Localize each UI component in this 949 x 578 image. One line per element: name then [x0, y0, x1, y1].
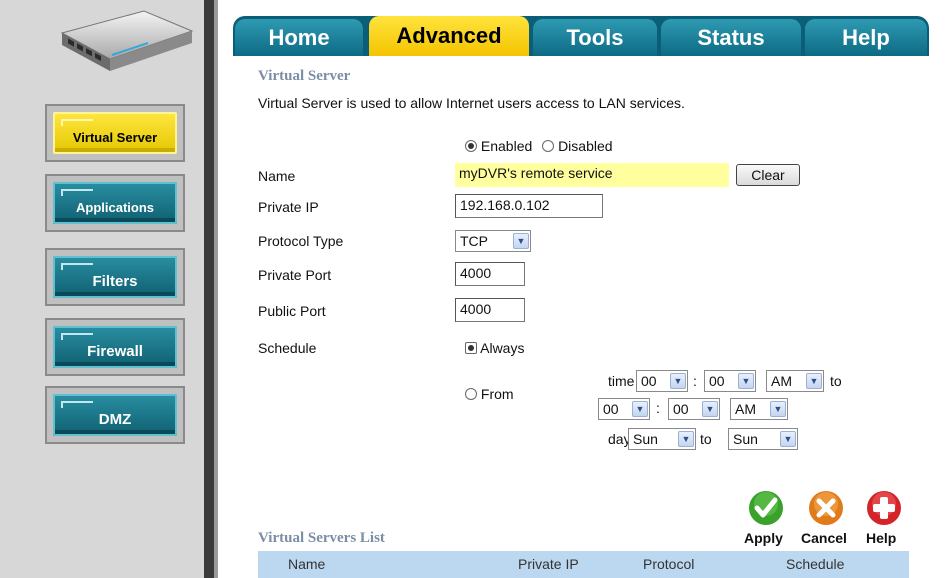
start-hour-select[interactable]: 00 ▼ [636, 370, 688, 392]
sidebar-item-label: Firewall [87, 342, 143, 360]
private-port-label: Private Port [258, 267, 332, 283]
tab-label: Status [697, 24, 765, 50]
day-end-value: Sun [733, 431, 758, 447]
always-label: Always [480, 340, 525, 356]
start-ampm-value: AM [771, 373, 792, 389]
always-option: Always [465, 340, 524, 356]
protocol-value: TCP [460, 233, 488, 249]
sidebar-item-applications[interactable]: Applications [45, 174, 185, 232]
day-end-select[interactable]: Sun ▼ [728, 428, 798, 450]
tab-help[interactable]: Help [805, 19, 927, 56]
sidebar-item-filters[interactable]: Filters [45, 248, 185, 306]
sidebar-item-label: Filters [92, 272, 138, 290]
start-minute-value: 00 [709, 373, 725, 389]
end-hour-select[interactable]: 00 ▼ [598, 398, 650, 420]
tab-label: Tools [566, 24, 624, 50]
tab-label: Home [268, 24, 330, 50]
day-start-value: Sun [633, 431, 658, 447]
private-ip-label: Private IP [258, 199, 319, 215]
from-label: From [480, 386, 514, 402]
chevron-down-icon: ▼ [670, 373, 686, 389]
sidebar-divider [204, 0, 214, 578]
list-title: Virtual Servers List [258, 530, 385, 546]
private-port-field[interactable]: 4000 [455, 262, 525, 286]
sidebar-item-label: DMZ [98, 410, 132, 428]
column-header-schedule: Schedule [786, 556, 845, 572]
chevron-down-icon: ▼ [738, 373, 754, 389]
clear-button[interactable]: Clear [736, 164, 800, 186]
from-option: From [465, 386, 514, 402]
schedule-label: Schedule [258, 340, 317, 356]
protocol-label: Protocol Type [258, 233, 344, 249]
time-label: time [608, 373, 635, 389]
sidebar-item-dmz[interactable]: DMZ [45, 386, 185, 444]
apply-button[interactable]: Apply [744, 530, 783, 546]
start-ampm-select[interactable]: AM ▼ [766, 370, 824, 392]
start-hour-value: 00 [641, 373, 657, 389]
router-device-icon [60, 10, 194, 71]
section-description: Virtual Server is used to allow Internet… [258, 95, 685, 111]
help-plus-icon[interactable] [866, 490, 902, 526]
start-minute-select[interactable]: 00 ▼ [704, 370, 756, 392]
end-minute-value: 00 [673, 401, 689, 417]
private-ip-field[interactable]: 192.168.0.102 [455, 194, 603, 218]
cancel-button[interactable]: Cancel [801, 530, 847, 546]
end-hour-value: 00 [603, 401, 619, 417]
disabled-label: Disabled [558, 138, 613, 154]
from-radio[interactable] [465, 388, 477, 400]
protocol-select[interactable]: TCP ▼ [455, 230, 531, 252]
sidebar-divider-light [214, 0, 218, 578]
column-header-protocol: Protocol [643, 556, 695, 572]
chevron-down-icon: ▼ [780, 431, 796, 447]
enabled-label: Enabled [480, 138, 533, 154]
section-title: Virtual Server [258, 68, 351, 84]
tab-label: Help [842, 24, 890, 50]
sidebar-item-virtual-server[interactable]: Virtual Server [45, 104, 185, 162]
tab-status[interactable]: Status [661, 19, 801, 56]
column-header-private-ip: Private IP [518, 556, 579, 572]
public-port-field[interactable]: 4000 [455, 298, 525, 322]
chevron-down-icon: ▼ [702, 401, 718, 417]
enable-radio-group: Enabled Disabled [465, 138, 613, 154]
name-label: Name [258, 168, 296, 184]
sidebar-item-label: Applications [75, 199, 154, 215]
list-header-row: Name Private IP Protocol Schedule [258, 551, 909, 578]
to-label: to [830, 373, 842, 389]
help-button[interactable]: Help [866, 530, 896, 546]
sidebar-item-label: Virtual Server [72, 129, 158, 145]
sidebar-item-firewall[interactable]: Firewall [45, 318, 185, 376]
end-minute-select[interactable]: 00 ▼ [668, 398, 720, 420]
enabled-radio[interactable] [465, 140, 477, 152]
end-ampm-select[interactable]: AM ▼ [730, 398, 788, 420]
chevron-down-icon: ▼ [632, 401, 648, 417]
chevron-down-icon: ▼ [806, 373, 822, 389]
tab-label: Advanced [396, 23, 502, 48]
chevron-down-icon: ▼ [513, 233, 529, 249]
tab-advanced[interactable]: Advanced [369, 16, 529, 56]
public-port-label: Public Port [258, 303, 326, 319]
top-tab-bar: Home Advanced Tools Status Help [233, 16, 929, 56]
end-ampm-value: AM [735, 401, 756, 417]
apply-check-icon[interactable] [748, 490, 784, 526]
disabled-radio[interactable] [542, 140, 555, 152]
always-radio[interactable] [465, 342, 477, 354]
time-separator: : [656, 400, 660, 416]
column-header-name: Name [288, 556, 326, 572]
tab-home[interactable]: Home [235, 19, 363, 56]
day-to-label: to [700, 431, 712, 447]
cancel-x-icon[interactable] [808, 490, 844, 526]
tab-tools[interactable]: Tools [533, 19, 657, 56]
time-separator: : [693, 373, 697, 389]
name-field[interactable]: myDVR's remote service [455, 163, 729, 187]
day-start-select[interactable]: Sun ▼ [628, 428, 696, 450]
chevron-down-icon: ▼ [770, 401, 786, 417]
chevron-down-icon: ▼ [678, 431, 694, 447]
